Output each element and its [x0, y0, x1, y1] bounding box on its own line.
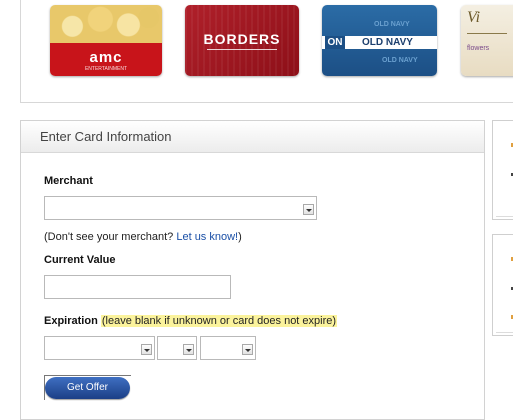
- old-navy-logo: OLD NAVY: [362, 37, 413, 48]
- borders-underline: [207, 49, 277, 50]
- panel-title: Enter Card Information: [21, 121, 484, 153]
- expiration-label-row: Expiration (leave blank if unknown or ca…: [44, 315, 338, 327]
- merchant-select[interactable]: [44, 196, 317, 220]
- amc-logo: amc: [89, 49, 123, 66]
- get-offer-button[interactable]: Get Offer: [45, 377, 130, 399]
- borders-logo: BORDERS: [203, 31, 281, 47]
- current-value-input[interactable]: [44, 275, 231, 299]
- side-panel-divider: [496, 332, 513, 333]
- merchant-hint: (Don't see your merchant? Let us know!): [44, 231, 242, 243]
- old-navy-ghost-text-top: OLD NAVY: [374, 21, 410, 28]
- card-info-panel: Enter Card Information Merchant (Don't s…: [20, 120, 485, 420]
- expiration-year-select[interactable]: [200, 336, 256, 360]
- current-value-label: Current Value: [44, 254, 116, 266]
- merchant-hint-suffix: ): [238, 231, 242, 243]
- floral-divider: [467, 33, 507, 34]
- chevron-down-icon[interactable]: [141, 344, 152, 355]
- floral-logo: Vi: [467, 9, 481, 26]
- side-panel-bottom: [492, 234, 513, 336]
- chevron-down-icon[interactable]: [183, 344, 194, 355]
- side-panel-divider: [496, 216, 513, 217]
- floral-gift-card[interactable]: Vi flowers: [461, 5, 513, 76]
- chevron-down-icon[interactable]: [242, 344, 253, 355]
- amc-gift-card[interactable]: amc ENTERTAINMENT: [50, 5, 162, 76]
- merchant-label: Merchant: [44, 175, 93, 187]
- floral-text: flowers: [467, 45, 490, 52]
- chevron-down-icon[interactable]: [303, 204, 314, 215]
- button-frame-top: [44, 375, 131, 376]
- expiration-label: Expiration: [44, 315, 98, 327]
- merchant-hint-prefix: (Don't see your merchant?: [44, 231, 174, 243]
- old-navy-mark: ON: [325, 36, 345, 49]
- side-panel-top: [492, 120, 513, 220]
- expiration-month-select[interactable]: [44, 336, 155, 360]
- expiration-note: (leave blank if unknown or card does not…: [100, 315, 338, 327]
- borders-gift-card[interactable]: BORDERS: [185, 5, 299, 76]
- old-navy-gift-card[interactable]: OLD NAVY ON OLD NAVY OLD NAVY: [322, 5, 437, 76]
- old-navy-ghost-text-bottom: OLD NAVY: [382, 57, 418, 64]
- amc-subtitle: ENTERTAINMENT: [84, 66, 128, 72]
- expiration-day-select[interactable]: [157, 336, 197, 360]
- let-us-know-link[interactable]: Let us know!: [176, 231, 238, 243]
